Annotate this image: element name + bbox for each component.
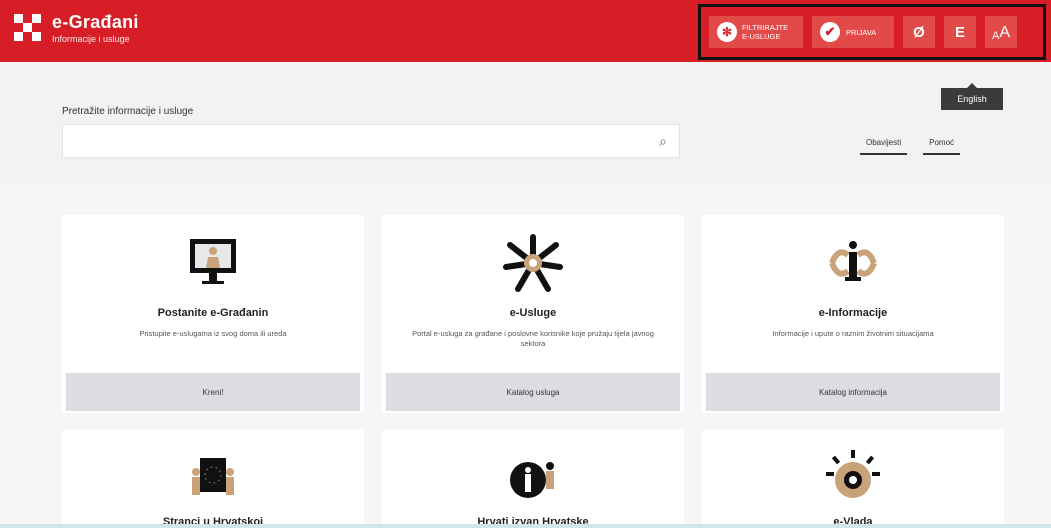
brand-subtitle: Informacije i usluge [52, 34, 130, 44]
search-input[interactable]: ⌕ [62, 124, 680, 158]
card-title: e-Usluge [509, 307, 557, 319]
bottom-divider [0, 524, 1051, 528]
header-links: Obavijesti Pomoć [860, 138, 961, 155]
card-title: Postanite e-Građanin [157, 307, 269, 319]
search-label: Pretražite informacije i usluge [62, 106, 194, 117]
card-description: Pristupite e-uslugama iz svog doma ili u… [139, 329, 287, 338]
network-people-icon [503, 234, 563, 292]
card-become-e-citizen: Postanite e-Građanin Pristupite e-usluga… [62, 215, 364, 413]
help-link[interactable]: Pomoć [923, 138, 961, 155]
services-catalog-button[interactable]: Katalog usluga [386, 373, 680, 411]
filter-label-line2: E-USLUGE [742, 32, 781, 41]
eu-flag-people-icon [192, 458, 234, 495]
information-catalog-button[interactable]: Katalog informacija [706, 373, 1000, 411]
card-title: e-Informacije [818, 307, 888, 319]
language-english-button[interactable]: E [944, 16, 976, 48]
hide-visibility-icon[interactable]: Ø [903, 16, 935, 48]
government-circle-icon [826, 450, 880, 498]
text-size-button[interactable]: AA [985, 16, 1017, 48]
notices-link[interactable]: Obavijesti [860, 138, 908, 155]
filter-icon: ✻ [717, 22, 737, 42]
globe-person-icon [510, 462, 554, 498]
top-header-bar: e-Građani Informacije i usluge ✻ FILTRIR… [0, 0, 1051, 62]
login-label: PRIJAVA [846, 27, 877, 37]
card-description: Informacije i upute o raznim životnim si… [772, 329, 934, 338]
card-e-services: e-Usluge Portal e-usluga za građane i po… [382, 215, 684, 413]
information-person-icon [829, 241, 877, 281]
language-tooltip: English [941, 83, 1003, 110]
filter-e-services-button[interactable]: ✻ FILTRIRAJTE E-USLUGE [709, 16, 803, 48]
accessibility-toolbar: ✻ FILTRIRAJTE E-USLUGE ✔ PRIJAVA Ø E AA [698, 4, 1046, 60]
login-button[interactable]: ✔ PRIJAVA [812, 16, 894, 48]
card-e-information: e-Informacije Informacije i upute o razn… [702, 215, 1004, 413]
card-croats-abroad: Hrvati izvan Hrvatske [382, 430, 684, 528]
search-icon[interactable]: ⌕ [659, 133, 667, 150]
text-size-small: A [991, 30, 1000, 42]
card-e-government: e-Vlada [702, 430, 1004, 528]
monitor-person-icon [190, 239, 236, 284]
checkmark-icon: ✔ [820, 22, 840, 42]
text-size-big: A [999, 24, 1010, 41]
card-description: Portal e-usluga za građane i poslovne ko… [412, 329, 654, 348]
start-button[interactable]: Kreni! [66, 373, 360, 411]
site-logo[interactable]: e-Građani Informacije i usluge [14, 12, 139, 44]
checkerboard-logo-icon [14, 14, 42, 42]
card-foreigners-in-croatia: Stranci u Hrvatskoj [62, 430, 364, 528]
brand-title: e-Građani [52, 12, 139, 32]
filter-label-line1: FILTRIRAJTE [742, 23, 789, 32]
